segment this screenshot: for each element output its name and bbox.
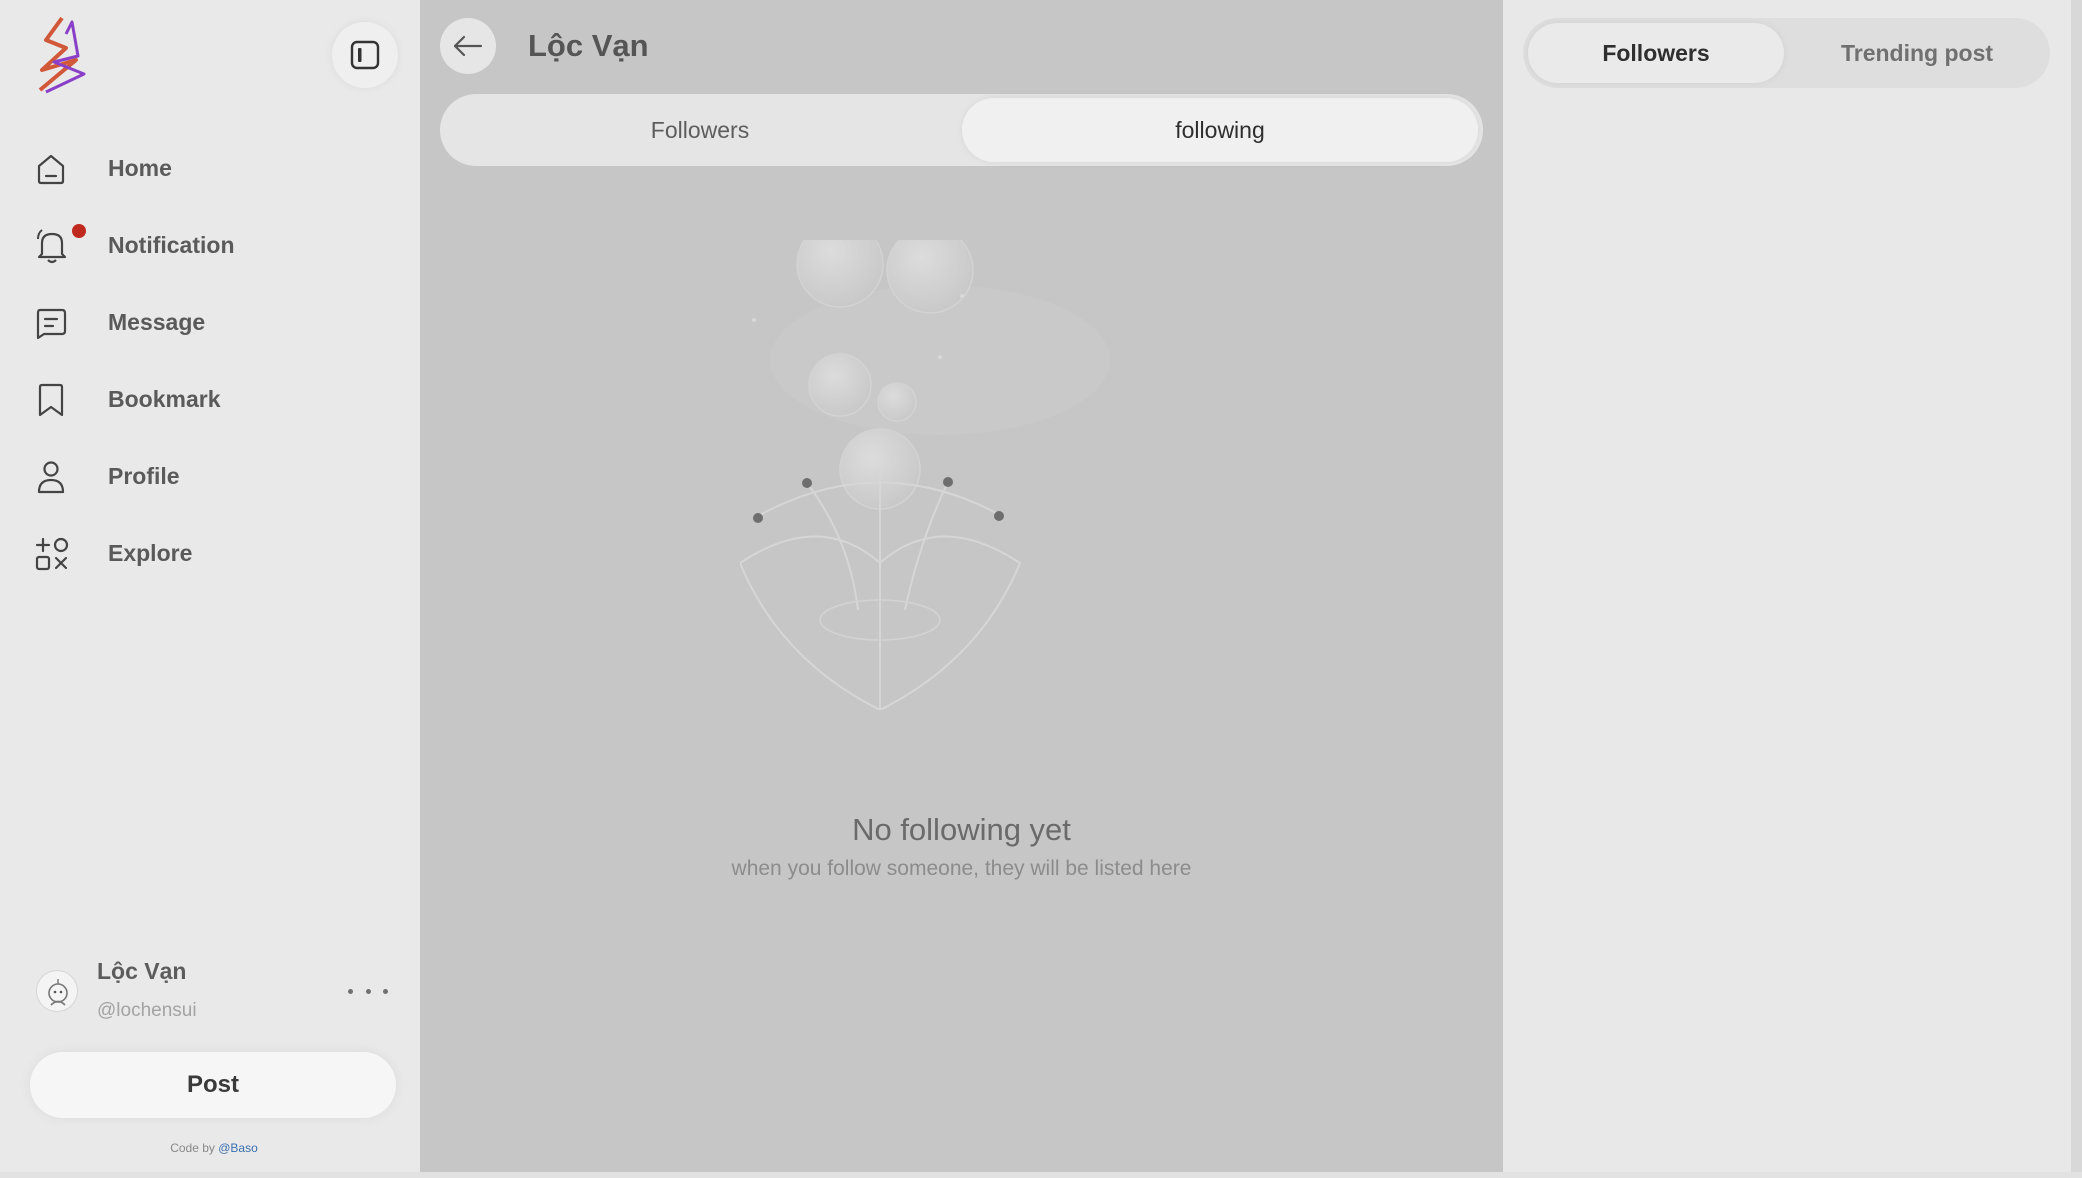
credit-prefix: Code by: [170, 1141, 219, 1155]
app-logo[interactable]: [32, 14, 96, 94]
nav-item-message[interactable]: Message: [34, 284, 394, 361]
bell-icon: [34, 223, 92, 266]
right-tabs: Followers Trending post: [1523, 18, 2050, 88]
current-user-name: Lộc Vạn: [97, 958, 187, 984]
page-title: Lộc Vạn: [528, 28, 649, 63]
window-edge-right: [2071, 0, 2082, 1178]
home-icon: [34, 149, 92, 189]
main-nav: Home Notification Message Bookmark Profi…: [34, 130, 394, 592]
empty-state-title: No following yet: [852, 812, 1071, 847]
post-button[interactable]: Post: [30, 1052, 396, 1118]
credit-text: Code by @Baso: [0, 1141, 428, 1155]
more-options-button[interactable]: [348, 984, 388, 998]
message-icon: [34, 303, 92, 343]
main-content: Lộc Vạn Followers following No following…: [420, 0, 1503, 1172]
nav-label-bookmark: Bookmark: [108, 386, 221, 412]
window-edge-bottom: [0, 1172, 2082, 1178]
nav-item-profile[interactable]: Profile: [34, 438, 394, 515]
right-panel: Followers Trending post: [1503, 0, 2071, 1172]
app-window: Home Notification Message Bookmark Profi…: [0, 0, 2082, 1178]
nav-item-home[interactable]: Home: [34, 130, 394, 207]
avatar[interactable]: [36, 970, 78, 1012]
sidebar-toggle-button[interactable]: [332, 22, 398, 88]
tab-following[interactable]: following: [962, 98, 1478, 162]
tab-followers[interactable]: Followers: [444, 98, 956, 162]
nav-label-home: Home: [108, 155, 172, 181]
back-button[interactable]: [440, 18, 496, 74]
empty-state-illustration: [739, 220, 1180, 711]
nav-label-explore: Explore: [108, 540, 193, 566]
user-icon: [34, 457, 92, 497]
nav-item-bookmark[interactable]: Bookmark: [34, 361, 394, 438]
notification-badge: [72, 223, 86, 238]
nav-label-message: Message: [108, 309, 206, 335]
bookmark-icon: [34, 380, 92, 420]
nav-label-notification: Notification: [108, 232, 235, 258]
arrow-left-icon: [453, 35, 483, 57]
current-user-handle: @lochensui: [97, 1000, 197, 1021]
credit-author-link[interactable]: @Baso: [218, 1141, 258, 1155]
more-dots-icon: [383, 988, 388, 994]
sidebar: Home Notification Message Bookmark Profi…: [0, 0, 420, 1172]
explore-icon: [34, 534, 92, 574]
empty-state-subtitle: when you follow someone, they will be li…: [731, 857, 1192, 880]
sidebar-panel-icon: [350, 40, 380, 70]
nav-item-notification[interactable]: Notification: [34, 207, 394, 284]
more-dots-icon: [365, 988, 371, 994]
more-dots-icon: [348, 988, 353, 994]
nav-item-explore[interactable]: Explore: [34, 515, 394, 592]
nav-label-profile: Profile: [108, 463, 180, 489]
current-user-card[interactable]: Lộc Vạn @lochensui: [34, 954, 394, 1028]
tab-trending-post[interactable]: Trending post: [1789, 23, 2045, 83]
follow-tabs: Followers following: [440, 94, 1483, 166]
tab-right-followers[interactable]: Followers: [1528, 23, 1784, 83]
